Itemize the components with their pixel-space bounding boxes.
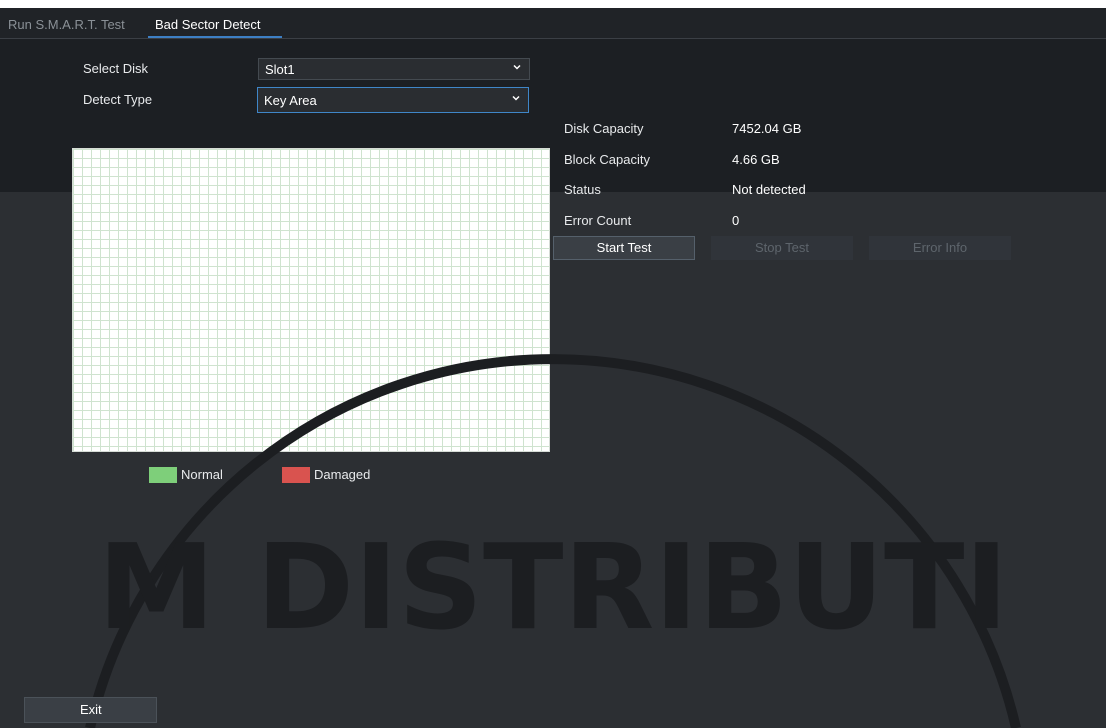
select-disk-label: Select Disk [83, 61, 149, 76]
error-info-button[interactable]: Error Info [869, 236, 1011, 260]
select-disk-value: Slot1 [265, 62, 295, 77]
legend-damaged-label: Damaged [314, 467, 371, 482]
start-test-button[interactable]: Start Test [553, 236, 695, 260]
chevron-down-icon [512, 95, 520, 101]
detect-type-value: Key Area [264, 93, 317, 108]
stop-test-button[interactable]: Stop Test [711, 236, 853, 260]
disk-capacity-value: 7452.04 GB [732, 121, 802, 136]
legend-normal-label: Normal [181, 467, 223, 482]
chevron-down-icon [513, 64, 521, 70]
tab-bad-sector-detect[interactable]: Bad Sector Detect [155, 17, 261, 33]
detect-type-label: Detect Type [83, 92, 153, 107]
block-capacity-value: 4.66 GB [732, 152, 780, 167]
exit-button[interactable]: Exit [24, 697, 157, 723]
tab-run-smart-test[interactable]: Run S.M.A.R.T. Test [8, 17, 125, 33]
detect-type-dropdown[interactable]: Key Area [257, 87, 529, 113]
disk-capacity-label: Disk Capacity [564, 121, 644, 136]
error-count-value: 0 [732, 213, 740, 228]
select-disk-dropdown[interactable]: Slot1 [258, 58, 530, 80]
sector-map-grid [72, 148, 550, 452]
error-count-label: Error Count [564, 213, 632, 228]
block-capacity-label: Block Capacity [564, 152, 650, 167]
legend-normal-swatch [149, 467, 177, 483]
legend-damaged-swatch [282, 467, 310, 483]
status-value: Not detected [732, 182, 806, 197]
status-label: Status [564, 182, 601, 197]
bad-sector-detect-screen: Run S.M.A.R.T. Test Bad Sector Detect Se… [0, 8, 1106, 728]
svg-text:M DISTRIBUTI: M DISTRIBUTI [98, 518, 1009, 656]
tab-bar: Run S.M.A.R.T. Test Bad Sector Detect [0, 8, 1106, 39]
active-tab-indicator [148, 36, 282, 38]
